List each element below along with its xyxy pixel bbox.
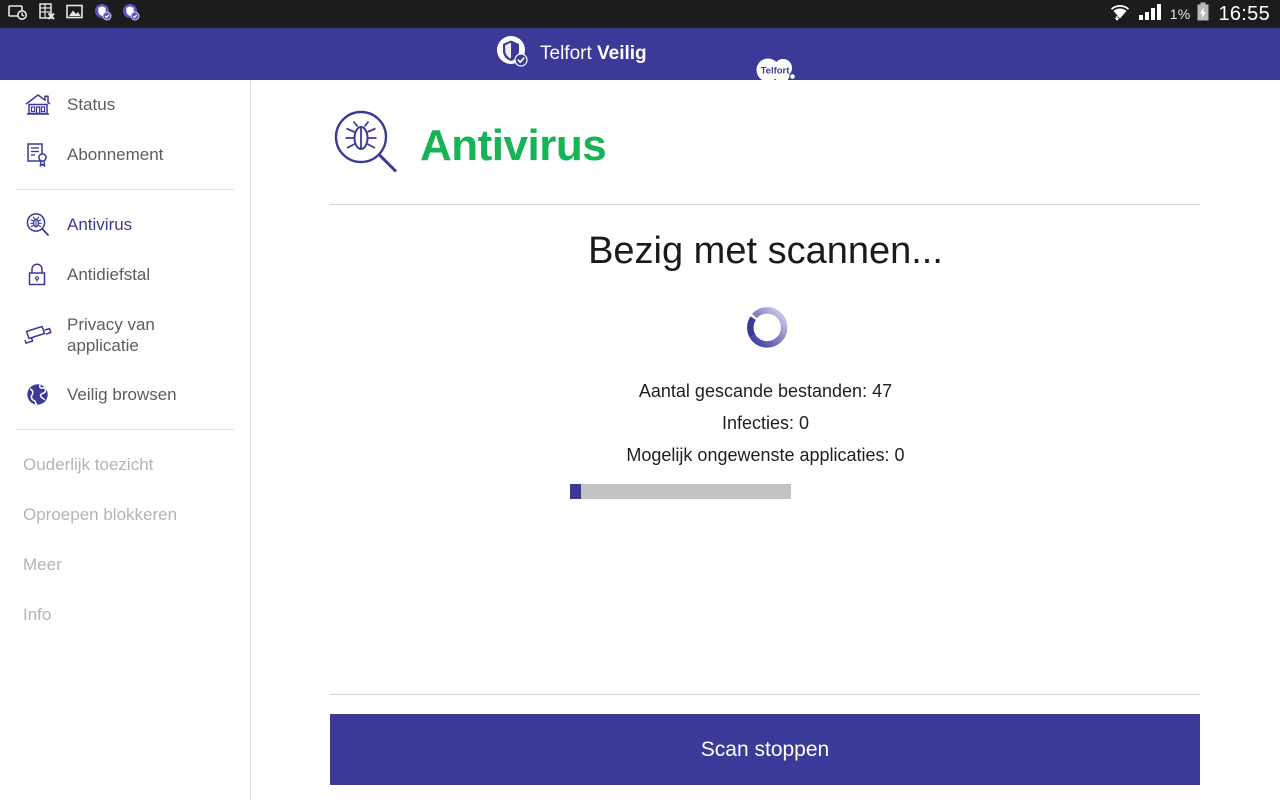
wifi-icon [1108,2,1132,27]
stat-pua: Mogelijk ongewenste applicaties: 0 [626,445,905,465]
stat-infections: Infecties: 0 [721,413,810,433]
status-bar-notification-icons [8,2,1108,26]
sidebar-item-label: Ouderlijk toezicht [23,455,154,475]
sidebar-item-label: Privacy van applicatie [67,314,155,355]
sidebar-item-label: Abonnement [67,145,164,165]
app-title-suffix: Veilig [597,43,647,64]
sidebar-item-ouderlijk-toezicht[interactable]: Ouderlijk toezicht [0,440,250,490]
scan-stats: Aantal gescande bestanden: 47 Infecties:… [251,375,1280,471]
app-header-bar: Telfort Veilig Telfort [0,28,1280,83]
sidebar-nav: Status Abonnement Antivirus Antidiefstal… [0,80,251,800]
app-brand: Telfort Veilig [496,28,647,80]
sidebar-item-antivirus[interactable]: Antivirus [0,200,250,250]
svg-text:Telfort: Telfort [761,66,791,77]
page-title: Antivirus [420,120,607,170]
loading-spinner-icon [251,302,1280,358]
header-divider [330,204,1200,205]
page-header: Antivirus [330,108,607,183]
sidebar-divider-2 [16,429,234,430]
scan-progress-fill [570,484,582,499]
main-content: Antivirus Bezig met scannen... Aantal ge… [251,80,1280,800]
sidebar-item-privacy-van-applicatie[interactable]: Privacy van applicatie [0,300,250,370]
sidebar-item-label: Status [67,95,116,115]
scan-status-text: Bezig met scannen... [588,230,943,272]
image-icon [66,4,84,25]
bug-magnifier-icon [23,210,53,240]
subscription-certificate-icon [23,140,53,170]
sidebar-item-veilig-browsen[interactable]: Veilig browsen [0,370,250,420]
home-icon [23,90,53,120]
stat-scanned-files: Aantal gescande bestanden: 47 [638,381,893,401]
android-status-bar: 1% 16:55 [0,0,1280,28]
telfort-veilig-shield-icon [496,35,530,74]
spreadsheet-error-icon [38,2,56,26]
screenshot-history-icon [8,4,28,25]
sidebar-item-label: Oproepen blokkeren [23,505,178,525]
sidebar-item-label: Antivirus [67,215,133,235]
sidebar-item-info[interactable]: Info [0,590,250,640]
sidebar-item-label: Info [23,605,52,625]
sidebar-divider-1 [16,189,234,190]
shield-check-notification-icon-1 [94,3,112,26]
globe-icon [23,380,53,410]
bug-magnifier-icon [330,108,402,183]
footer-divider [330,694,1200,695]
stop-scan-button[interactable]: Scan stoppen [330,714,1200,785]
scan-progress-bar [570,484,791,499]
padlock-icon [23,260,53,290]
sidebar-item-label: Meer [23,555,62,575]
cellular-signal-icon [1138,2,1164,27]
security-camera-icon [23,320,53,350]
shield-check-notification-icon-2 [122,3,140,26]
battery-percent-label: 1% [1169,6,1191,22]
sidebar-item-meer[interactable]: Meer [0,540,250,590]
sidebar-item-status[interactable]: Status [0,80,250,130]
app-root: 1% 16:55 Telfort Veilig Telfort Status A… [0,0,1280,800]
sidebar-item-label: Antidiefstal [67,265,151,285]
battery-charging-icon [1196,2,1210,27]
sidebar-item-antidiefstal[interactable]: Antidiefstal [0,250,250,300]
sidebar-item-label: Veilig browsen [67,385,177,405]
sidebar-item-abonnement[interactable]: Abonnement [0,130,250,180]
status-bar-system-icons: 1% 16:55 [1108,2,1270,27]
sidebar-item-oproepen-blokkeren[interactable]: Oproepen blokkeren [0,490,250,540]
status-bar-clock: 16:55 [1218,2,1270,25]
app-title-prefix: Telfort [540,43,598,64]
app-title: Telfort Veilig [540,43,647,65]
